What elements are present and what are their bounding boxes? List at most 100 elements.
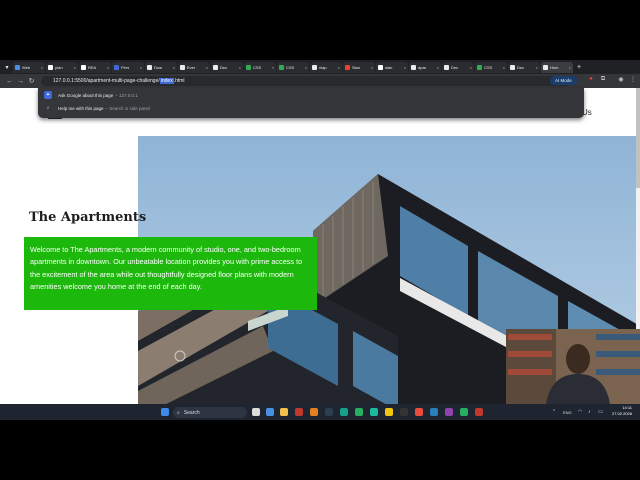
- tab-title: CSS: [253, 64, 262, 70]
- chrome-icon[interactable]: [385, 408, 393, 416]
- screen: ▾ Web × plan × REA × Pers × Dow × Ever × Dec × CSS × CSS…: [0, 60, 640, 418]
- volume-icon[interactable]: ♪: [588, 409, 591, 415]
- suggestion-sub: – 127.0.0.1: [115, 92, 138, 98]
- browser-tab[interactable]: Dec ×: [508, 61, 540, 73]
- suggestion-help-page[interactable]: ⌕ Help me with this page – Search in sid…: [44, 103, 150, 113]
- app-icon-7[interactable]: [445, 408, 453, 416]
- tab-close-icon[interactable]: ×: [371, 65, 373, 70]
- tab-close-icon[interactable]: ×: [239, 65, 241, 70]
- browser-tab[interactable]: CSS ×: [244, 61, 276, 73]
- new-tab-button[interactable]: +: [577, 64, 581, 71]
- tab-close-icon[interactable]: ×: [74, 65, 76, 70]
- tab-favicon-icon: [312, 64, 317, 70]
- tab-close-icon[interactable]: ×: [140, 65, 142, 70]
- suggestion-main: Ask Google about this page: [58, 92, 114, 98]
- ai-mode-button[interactable]: AI Mode: [550, 76, 577, 85]
- suggestion-ask-google[interactable]: ✦ Ask Google about this page – 127.0.0.1: [44, 90, 138, 100]
- tab-close-icon[interactable]: ×: [470, 65, 472, 70]
- reload-icon[interactable]: ↻: [26, 77, 37, 85]
- suggestion-sub: – Search in side panel: [105, 105, 151, 111]
- browser-tab[interactable]: Pers ×: [112, 61, 144, 73]
- tab-close-icon[interactable]: ×: [173, 65, 175, 70]
- intro-panel: Welcome to The Apartments, a modern comm…: [24, 237, 317, 310]
- browser-tab[interactable]: Web ×: [13, 61, 45, 73]
- browser-tab[interactable]: Dow ×: [145, 61, 177, 73]
- app-icon-8[interactable]: [460, 408, 468, 416]
- tab-title: nlap: [319, 64, 327, 70]
- browser-tab[interactable]: Dec ×: [211, 61, 243, 73]
- tab-title: REA: [88, 64, 97, 70]
- side-panel-icon: ⌕: [46, 105, 50, 111]
- tab-close-icon[interactable]: ×: [338, 65, 340, 70]
- browser-tab[interactable]: slan ×: [376, 61, 408, 73]
- tab-search-icon[interactable]: ▾: [2, 64, 12, 71]
- app-icon-5[interactable]: [355, 408, 363, 416]
- tab-close-icon[interactable]: ×: [107, 65, 109, 70]
- address-bar[interactable]: 127.0.0.1:5500/apartment-multi-page-chal…: [41, 76, 571, 86]
- tab-strip: ▾ Web × plan × REA × Pers × Dow × Ever × Dec × CSS × CSS…: [0, 60, 640, 74]
- profile-icon[interactable]: ◉: [617, 76, 625, 85]
- app-icon-1[interactable]: [295, 408, 303, 416]
- browser-tab[interactable]: CSS ×: [277, 61, 309, 73]
- tray-chevron-icon[interactable]: ⌃: [552, 409, 556, 415]
- start-icon[interactable]: [161, 408, 169, 416]
- browser-tab[interactable]: CSS ×: [475, 61, 507, 73]
- app-icon-4[interactable]: [340, 408, 348, 416]
- tab-close-icon[interactable]: ×: [206, 65, 208, 70]
- forward-icon[interactable]: →: [15, 78, 26, 85]
- omnibox-dropdown: ✦ Ask Google about this page – 127.0.0.1…: [38, 88, 584, 118]
- menu-icon[interactable]: ⋮: [629, 76, 637, 85]
- app-icon-3[interactable]: [325, 408, 333, 416]
- tab-close-icon[interactable]: ×: [569, 65, 571, 70]
- task-view-icon[interactable]: [252, 408, 260, 416]
- tab-close-icon[interactable]: ×: [404, 65, 406, 70]
- tab-title: apar: [418, 64, 427, 70]
- intro-text: Welcome to The Apartments, a modern comm…: [30, 245, 303, 292]
- app-icon-2[interactable]: [310, 408, 318, 416]
- browser-tab[interactable]: plan ×: [46, 61, 78, 73]
- tab-close-icon[interactable]: ×: [305, 65, 307, 70]
- browser-tab[interactable]: Hom ×: [541, 61, 573, 73]
- battery-icon[interactable]: ▭: [598, 409, 603, 415]
- browser-tab[interactable]: Ever ×: [178, 61, 210, 73]
- taskbar-search[interactable]: ⌕ Search: [173, 407, 247, 418]
- tab-favicon-icon: [180, 64, 185, 70]
- puzzle-icon[interactable]: ⧉: [599, 76, 607, 85]
- google-lens-icon: ✦: [44, 91, 52, 99]
- language-indicator[interactable]: ENG: [563, 410, 572, 415]
- widgets-icon[interactable]: [266, 408, 274, 416]
- tab-close-icon[interactable]: ×: [272, 65, 274, 70]
- edge-icon[interactable]: [370, 408, 378, 416]
- tab-favicon-icon: [543, 64, 548, 70]
- wifi-icon[interactable]: ◠: [578, 409, 582, 415]
- suggestion-main: Help me with this page: [58, 105, 104, 111]
- tab-close-icon[interactable]: ×: [503, 65, 505, 70]
- browser-tab[interactable]: apar ×: [409, 61, 441, 73]
- back-icon[interactable]: ←: [4, 78, 15, 85]
- tab-title: Dec: [220, 64, 228, 70]
- tab-favicon-icon: [246, 64, 251, 70]
- file-explorer-icon[interactable]: [280, 408, 288, 416]
- tab-close-icon[interactable]: ×: [41, 65, 43, 70]
- browser-tab[interactable]: nlap ×: [310, 61, 342, 73]
- system-clock[interactable]: 14:11 27.02.2026: [612, 405, 632, 417]
- taskbar-search-label: Search: [183, 409, 200, 416]
- github-icon[interactable]: [400, 408, 408, 416]
- vscode-icon[interactable]: [430, 408, 438, 416]
- tab-close-icon[interactable]: ×: [536, 65, 538, 70]
- tab-favicon-icon: [213, 64, 218, 70]
- browser-tab[interactable]: Dec ×: [442, 61, 474, 73]
- extension-icon[interactable]: ●: [587, 76, 595, 85]
- app-icon-6[interactable]: [415, 408, 423, 416]
- url-suffix: .html: [173, 78, 185, 84]
- page-scrollbar-thumb[interactable]: [636, 88, 640, 188]
- tab-favicon-icon: [114, 64, 119, 70]
- url-prefix: 127.0.0.1:5500/apartment-multi-page-chal…: [53, 78, 160, 84]
- browser-tab[interactable]: REA ×: [79, 61, 111, 73]
- app-icon-9[interactable]: [475, 408, 483, 416]
- tab-close-icon[interactable]: ×: [437, 65, 439, 70]
- tab-title: slan: [385, 64, 393, 70]
- tab-favicon-icon: [477, 64, 482, 70]
- browser-tab[interactable]: Slan ×: [343, 61, 375, 73]
- tab-title: Pers: [121, 64, 130, 70]
